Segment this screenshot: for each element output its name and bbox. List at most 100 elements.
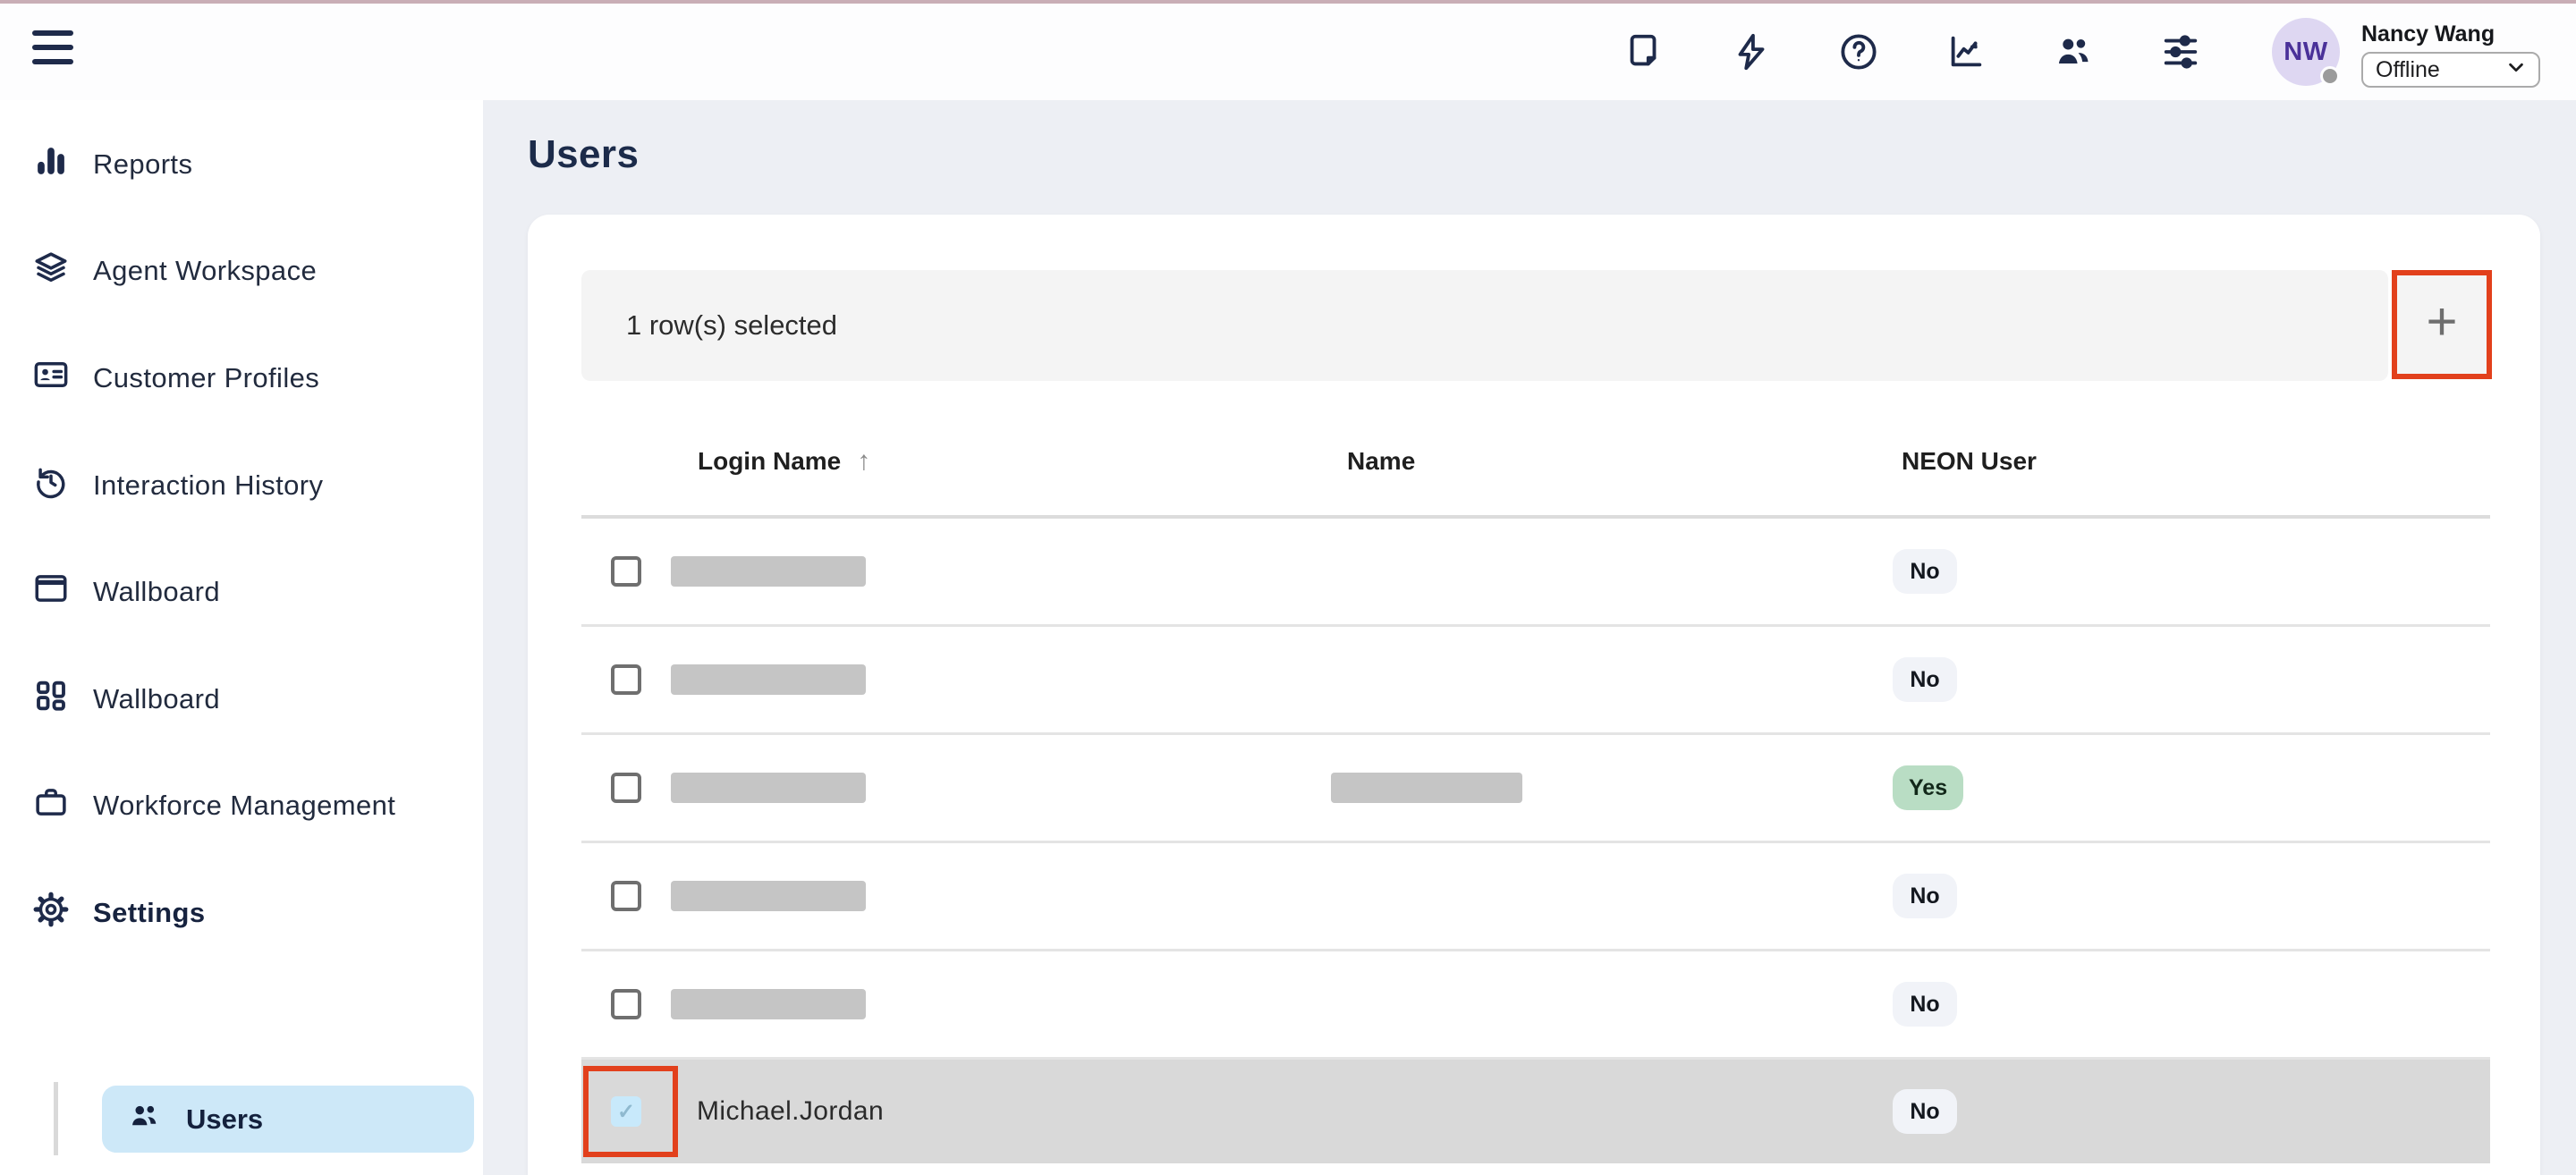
- window-icon: [32, 570, 70, 614]
- neon-user-cell: Yes: [1893, 765, 1963, 810]
- redacted-login-bar: [671, 881, 866, 911]
- redacted-login-bar: [671, 773, 866, 803]
- sidebar-item-label: Customer Profiles: [93, 362, 319, 394]
- row-checkbox-cell: [581, 881, 671, 911]
- login-name-text: Michael.Jordan: [697, 1096, 884, 1127]
- layers-icon: [32, 249, 70, 293]
- neon-user-badge: No: [1893, 874, 1957, 918]
- top-bar: NW Nancy Wang Offline: [0, 4, 2576, 100]
- login-name-cell: [671, 664, 1331, 695]
- selection-count-text: 1 row(s) selected: [626, 309, 837, 342]
- status-select[interactable]: Offline: [2361, 52, 2540, 88]
- row-checkbox-cell: [581, 989, 671, 1019]
- neon-user-cell: No: [1893, 982, 1957, 1027]
- row-checkbox-cell: [581, 773, 671, 803]
- help-icon[interactable]: [1823, 16, 1894, 88]
- neon-user-badge: Yes: [1893, 765, 1963, 810]
- redacted-login-bar: [671, 664, 866, 695]
- metrics-icon[interactable]: [1930, 16, 2002, 88]
- sidebar-item-reports[interactable]: Reports: [0, 111, 483, 218]
- sidebar-item-customer-profiles[interactable]: Customer Profiles: [0, 325, 483, 432]
- sidebar-item-interaction-history[interactable]: Interaction History: [0, 432, 483, 539]
- neon-user-badge: No: [1893, 549, 1957, 594]
- sidebar-item-label: Agent Workspace: [93, 255, 317, 287]
- column-header-name[interactable]: Name: [1331, 447, 1893, 476]
- sidebar-item-agent-workspace[interactable]: Agent Workspace: [0, 218, 483, 325]
- login-name-cell: [671, 881, 1331, 911]
- contact-card-icon: [32, 356, 70, 401]
- row-checkbox-cell: [581, 556, 671, 587]
- page-title: Users: [528, 132, 639, 177]
- column-header-login-name[interactable]: Login Name ↑: [671, 446, 1331, 477]
- sidebar-nav: Reports Agent Workspace Customer Profile…: [0, 111, 483, 967]
- row-checkbox[interactable]: [611, 556, 641, 587]
- sidebar-item-users[interactable]: Users: [102, 1086, 474, 1153]
- sort-ascending-icon: ↑: [857, 446, 870, 477]
- hamburger-icon[interactable]: [32, 30, 75, 73]
- login-name-cell: [671, 556, 1331, 587]
- login-name-cell: [671, 773, 1331, 803]
- users-card: 1 row(s) selected + Login Name ↑ Name NE…: [528, 215, 2540, 1175]
- redacted-login-bar: [671, 989, 866, 1019]
- login-name-cell: Michael.Jordan: [671, 1096, 1331, 1127]
- sidebar-item-label: Settings: [93, 897, 206, 929]
- topbar-actions: [1608, 16, 2216, 88]
- sidebar: Reports Agent Workspace Customer Profile…: [0, 100, 483, 1175]
- notes-icon[interactable]: [1608, 16, 1680, 88]
- sidebar-item-settings[interactable]: Settings: [0, 859, 483, 967]
- bar-chart-icon: [32, 142, 70, 187]
- login-name-cell: [671, 989, 1331, 1019]
- row-checkbox[interactable]: [611, 989, 641, 1019]
- table-row[interactable]: Yes: [581, 735, 2490, 843]
- neon-user-badge: No: [1893, 657, 1957, 702]
- submenu-indent-line: [54, 1082, 58, 1155]
- plus-icon: +: [2426, 295, 2457, 349]
- neon-user-cell: No: [1893, 874, 1957, 918]
- neon-user-badge: No: [1893, 1089, 1957, 1134]
- contacts-icon[interactable]: [2038, 16, 2109, 88]
- column-header-neon-user[interactable]: NEON User: [1893, 447, 2037, 476]
- users-group-icon: [102, 1099, 161, 1140]
- sidebar-item-wallboard[interactable]: Wallboard: [0, 646, 483, 753]
- redacted-login-bar: [671, 556, 866, 587]
- sidebar-item-label: Interaction History: [93, 469, 323, 502]
- table-row[interactable]: No: [581, 519, 2490, 627]
- row-checkbox[interactable]: [611, 664, 641, 695]
- briefcase-icon: [32, 783, 70, 828]
- table-row[interactable]: No: [581, 843, 2490, 951]
- row-checkbox[interactable]: [611, 881, 641, 911]
- users-table: Login Name ↑ Name NEON User NoNoYesNoNo✓…: [581, 408, 2490, 1163]
- name-cell: [1331, 773, 1893, 803]
- sidebar-item-label: Workforce Management: [93, 790, 395, 822]
- quick-actions-icon[interactable]: [1716, 16, 1787, 88]
- table-row[interactable]: No: [581, 627, 2490, 735]
- chevron-down-icon: [2506, 57, 2526, 83]
- selection-toolbar: 1 row(s) selected: [581, 270, 2388, 381]
- presence-dot-icon: [2320, 66, 2340, 86]
- table-row[interactable]: ✓Michael.JordanNo: [581, 1060, 2490, 1163]
- row-checkbox[interactable]: [611, 773, 641, 803]
- table-body: NoNoYesNoNo✓Michael.JordanNo: [581, 519, 2490, 1163]
- app-window: NW Nancy Wang Offline Reports Agent Work…: [0, 0, 2576, 1175]
- status-value: Offline: [2376, 57, 2440, 83]
- dashboard-icon: [32, 677, 70, 722]
- neon-user-cell: No: [1893, 549, 1957, 594]
- row-checkbox-cell: [581, 664, 671, 695]
- sidebar-item-label: Wallboard: [93, 683, 220, 715]
- sidebar-item-label: Reports: [93, 148, 192, 181]
- annotation-highlight-box: [583, 1066, 678, 1157]
- sidebar-item-label: Wallboard: [93, 576, 220, 608]
- neon-user-cell: No: [1893, 1089, 1957, 1134]
- neon-user-cell: No: [1893, 657, 1957, 702]
- neon-user-badge: No: [1893, 982, 1957, 1027]
- sidebar-item-label: Users: [186, 1103, 263, 1136]
- column-header-label: Login Name: [698, 447, 841, 476]
- table-row[interactable]: No: [581, 951, 2490, 1060]
- redacted-name-bar: [1331, 773, 1522, 803]
- sidebar-item-wallboard[interactable]: Wallboard: [0, 538, 483, 646]
- history-icon: [32, 463, 70, 508]
- sidebar-item-workforce-management[interactable]: Workforce Management: [0, 753, 483, 860]
- add-user-button[interactable]: +: [2392, 270, 2492, 379]
- preferences-icon[interactable]: [2145, 16, 2216, 88]
- gear-icon: [32, 891, 70, 935]
